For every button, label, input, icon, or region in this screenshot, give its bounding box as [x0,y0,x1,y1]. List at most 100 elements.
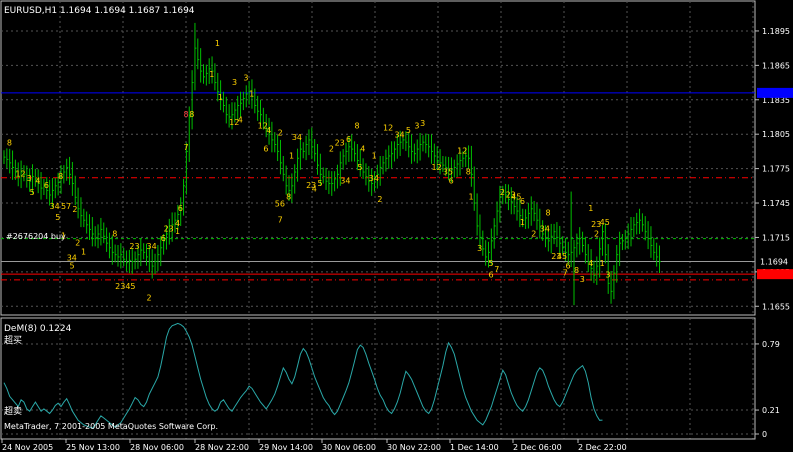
fractal-label: 6 [161,234,166,243]
fractal-label: 8 [546,209,551,218]
fractal-label: 34 [292,133,302,142]
mt4-chart-window[interactable]: 8123 465834 5752121345823 34234522366417811… [0,0,793,452]
fractal-label: 23 [129,242,139,251]
fractal-label: 12 [432,163,442,172]
fractal-label: 3 [420,119,425,128]
fractal-label: 7 [278,216,283,225]
fractal-label: 1 [469,193,474,202]
fractal-label: 7 [563,268,568,277]
fractal-label: 2345 [115,282,135,291]
fractal-label: 8 [7,139,12,148]
fractal-label: 4 [266,126,271,135]
symbol-header: EURUSD,H1 1.1694 1.1694 1.1687 1.1694 [4,6,195,16]
time-label: 28 Nov 22:00 [195,443,249,452]
fractal-label: 1 [289,151,294,160]
fractal-label: 2 [278,128,283,137]
fractal-label: 4 [588,259,593,268]
fractal-label: 6 [178,204,183,213]
fractal-label: 34 [147,242,157,251]
fractal-label: 4 [238,116,243,125]
time-label: 1 Dec 14:00 [450,443,499,452]
order-label: #2676204 buy [6,232,66,241]
price-label: 1.1805 [762,130,790,139]
fractal-label: 7 [184,143,189,152]
fractal-label: 12 [15,170,25,179]
fractal-label: 1 [600,259,605,268]
fractal-label: 2 [147,294,152,303]
fractal-label: 5 [406,126,411,135]
fractal-label: 1 [175,227,180,236]
fractal-label: 1 [588,204,593,213]
fractal-label: 1 [215,39,220,48]
fractal-label: 5 [55,213,60,222]
demarker-level-label: 0 [762,430,767,439]
demarker-level-label: 0.21 [762,406,780,415]
red-line-tag: 1.1683 [760,270,788,279]
time-label: 28 Nov 06:00 [130,443,184,452]
fractal-label: 2 [377,195,382,204]
fractal-label: 1 [249,89,254,98]
fractal-label: 3 [27,174,32,183]
fractal-label: 7 [494,265,499,274]
time-label: 29 Nov 14:00 [259,443,313,452]
fractal-label: 56 [275,199,285,208]
fractal-label: 8 [574,266,579,275]
fractal-label: 1 [218,93,223,102]
fractal-label: 3 [243,73,248,82]
fractal-label: 1 [372,151,377,160]
fractal-label: 8 [184,110,189,119]
fractal-label: 1 [520,218,525,227]
oversold-label: 超卖 [4,405,22,417]
fractal-label: 3 [605,271,610,280]
time-label: 24 Nov 2005 [2,443,53,452]
fractal-label: 4 [360,144,365,153]
fractal-label: 2 [329,144,334,153]
fractal-label: 8 [466,167,471,176]
fractal-label: 6 [44,181,49,190]
fractal-label: 12 [457,147,467,156]
price-label: 1.1655 [762,302,790,311]
fractal-label: 45 [600,218,610,227]
fractal-label: 23 [164,225,174,234]
fractal-label: 2 [72,205,77,214]
copyright-text: MetaTrader, 7 2001-2005 MetaQuotes Softw… [4,422,218,431]
fractal-label: 6 [449,177,454,186]
fractal-label: 6 [346,135,351,144]
fractal-label: 6 [263,144,268,153]
fractal-label: 5 [489,259,494,268]
fractal-label: 8 [286,193,291,202]
fractal-label: 5 [30,188,35,197]
fractal-label: 2 [500,188,505,197]
fractal-label: 2 [594,229,599,238]
fractal-label: 2 [75,238,80,247]
fractal-label: 2 [531,229,536,238]
fractal-label: 4 [312,185,317,194]
fractal-label: 23 [335,139,345,148]
price-label: 1.1895 [762,27,790,36]
fractal-label: 5 [318,179,323,188]
fractal-label: 5 [70,261,75,270]
fractal-label: 3 [414,121,419,130]
fractal-label: 35 [443,167,453,176]
demarker-title: DeM(8) 0.1224 [4,324,72,334]
fractal-label: 4 [35,177,40,186]
chart-background [0,0,793,452]
price-label: 1.1775 [762,165,790,174]
current-price-tag: 1.1694 [760,258,788,267]
time-label: 30 Nov 06:00 [322,443,376,452]
fractal-label: 5 [357,163,362,172]
time-label: 25 Nov 13:00 [66,443,120,452]
fractal-label: 8 [189,110,194,119]
fractal-label: 8 [112,229,117,238]
fractal-label: 45 [557,252,567,261]
time-label: 2 Dec 06:00 [513,443,562,452]
fractal-label: 1 [81,248,86,257]
fractal-label: 8 [58,172,63,181]
fractal-label: 3 [232,78,237,87]
fractal-label: 6 [489,271,494,280]
fractal-label: 12 [383,124,393,133]
fractal-label: 34 [369,174,379,183]
price-label: 1.1715 [762,233,790,242]
fractal-label: 6 [520,197,525,206]
fractal-label: 3 [580,275,585,284]
